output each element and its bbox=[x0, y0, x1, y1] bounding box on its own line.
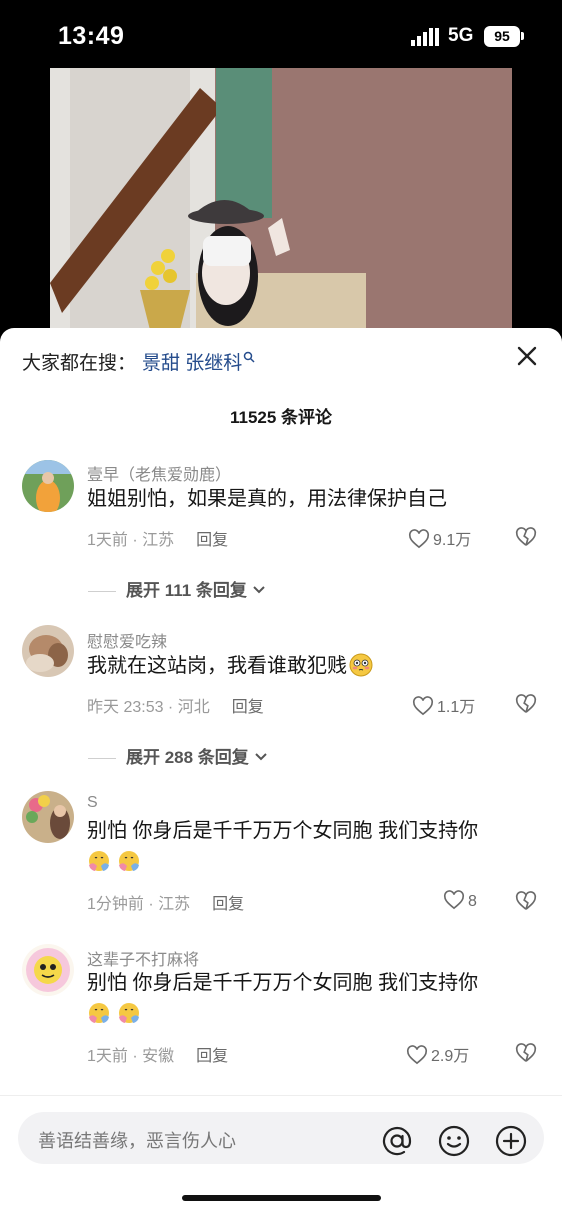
heart-icon bbox=[406, 1045, 428, 1065]
status-bar: 13:49 5G 95 bbox=[0, 0, 562, 70]
broken-heart-icon[interactable] bbox=[515, 890, 537, 912]
reply-button[interactable]: 回复 bbox=[196, 1048, 228, 1065]
emoji-icon[interactable] bbox=[437, 1124, 471, 1158]
comment-text: 别怕 你身后是千千万万个女同胞 我们支持你 bbox=[87, 816, 537, 878]
at-icon[interactable] bbox=[380, 1124, 414, 1158]
comment-author[interactable]: 慰慰爱吃辣 bbox=[87, 628, 167, 652]
comment-meta: 1天前 · 安徽 回复 bbox=[87, 1042, 228, 1066]
avatar-image bbox=[22, 460, 74, 512]
comment-time-location: 1分钟前 · 江苏 bbox=[87, 896, 191, 913]
expand-replies-label: 展开 111 条回复 bbox=[126, 581, 247, 600]
comment-input-placeholder: 善语结善缘，恶言伤人心 bbox=[38, 1131, 236, 1151]
reply-button[interactable]: 回复 bbox=[232, 699, 264, 716]
signal-icon bbox=[411, 28, 439, 46]
reply-button[interactable]: 回复 bbox=[196, 532, 228, 549]
avatar[interactable] bbox=[22, 791, 74, 843]
expand-replies-label: 展开 288 条回复 bbox=[126, 748, 249, 767]
expand-replies-button[interactable]: 展开 288 条回复 bbox=[88, 743, 268, 768]
comment-meta: 1分钟前 · 江苏 回复 bbox=[87, 890, 244, 914]
network-label: 5G bbox=[448, 25, 474, 46]
like-count: 1.1万 bbox=[437, 699, 476, 716]
avatar[interactable] bbox=[22, 460, 74, 512]
comment-input-bar: 善语结善缘，恶言伤人心 bbox=[0, 1095, 562, 1216]
home-indicator[interactable] bbox=[182, 1195, 381, 1201]
comment-text-content: 我就在这站岗，我看谁敢犯贱 bbox=[87, 655, 347, 677]
like-count: 2.9万 bbox=[431, 1048, 470, 1065]
trending-search[interactable]: 大家都在搜： 景甜 张继科 bbox=[22, 348, 255, 375]
trending-search-keyword[interactable]: 景甜 张继科 bbox=[142, 353, 242, 374]
comment-text-content: 别怕 你身后是千千万万个女同胞 我们支持你 bbox=[87, 972, 479, 994]
hug-emoji-icon bbox=[89, 851, 109, 871]
broken-heart-icon[interactable] bbox=[515, 1042, 537, 1064]
chevron-down-icon bbox=[252, 586, 265, 594]
avatar[interactable] bbox=[22, 625, 74, 677]
heart-icon bbox=[412, 696, 434, 716]
comment-text: 别怕 你身后是千千万万个女同胞 我们支持你 bbox=[87, 968, 537, 1030]
hug-emoji-icon bbox=[119, 851, 139, 871]
comment-input[interactable]: 善语结善缘，恶言伤人心 bbox=[18, 1112, 544, 1164]
expand-divider bbox=[88, 758, 116, 760]
like-button[interactable]: 1.1万 bbox=[412, 693, 475, 717]
plus-icon[interactable] bbox=[494, 1124, 528, 1158]
expand-replies-button[interactable]: 展开 111 条回复 bbox=[88, 576, 266, 601]
comment-text: 姐姐别怕，如果是真的，用法律保护自己 bbox=[87, 488, 447, 510]
heart-icon bbox=[408, 529, 430, 549]
comment-time-location: 1天前 · 安徽 bbox=[87, 1048, 175, 1065]
hug-emoji-icon bbox=[89, 1003, 109, 1023]
chevron-down-icon bbox=[254, 753, 267, 761]
like-button[interactable]: 9.1万 bbox=[408, 526, 471, 550]
avatar-image bbox=[22, 625, 74, 677]
like-button[interactable]: 8 bbox=[443, 890, 477, 911]
avatar-image bbox=[22, 944, 74, 996]
video-player[interactable] bbox=[50, 68, 512, 330]
comment-item: 慰慰爱吃辣 我就在这站岗，我看谁敢犯贱 昨天 23:53 · 河北 回复 1.1万… bbox=[0, 623, 562, 767]
battery-tip bbox=[521, 32, 524, 40]
comment-text: 我就在这站岗，我看谁敢犯贱 bbox=[87, 651, 537, 682]
trending-search-prefix: 大家都在搜： bbox=[22, 353, 137, 374]
hug-emoji-icon bbox=[119, 1003, 139, 1023]
search-icon bbox=[244, 351, 255, 363]
comment-time-location: 1天前 · 江苏 bbox=[87, 532, 175, 549]
status-time: 13:49 bbox=[58, 22, 125, 50]
comment-text-content: 别怕 你身后是千千万万个女同胞 我们支持你 bbox=[87, 820, 479, 842]
comment-time-location: 昨天 23:53 · 河北 bbox=[87, 699, 210, 716]
comment-author[interactable]: S bbox=[87, 794, 98, 812]
comment-author[interactable]: 壹早（老焦爱勋鹿） bbox=[87, 461, 231, 485]
expand-divider bbox=[88, 591, 116, 593]
comment-author[interactable]: 这辈子不打麻将 bbox=[87, 946, 199, 970]
battery-indicator: 95 bbox=[484, 26, 520, 47]
comment-item: 这辈子不打麻将 别怕 你身后是千千万万个女同胞 我们支持你 1天前 · 安徽 回复… bbox=[0, 942, 562, 1072]
broken-heart-icon[interactable] bbox=[515, 526, 537, 548]
video-frame bbox=[50, 68, 512, 330]
comment-meta: 昨天 23:53 · 河北 回复 bbox=[87, 693, 264, 717]
comment-meta: 1天前 · 江苏 回复 bbox=[87, 526, 228, 550]
comments-sheet: 大家都在搜： 景甜 张继科 11525 条评论 壹早（老焦爱勋鹿） 姐姐别怕，如果… bbox=[0, 328, 562, 1215]
like-count: 8 bbox=[468, 893, 477, 910]
close-icon[interactable] bbox=[513, 342, 541, 370]
comments-count: 11525 条评论 bbox=[229, 408, 333, 427]
heart-icon bbox=[443, 890, 465, 910]
reply-button[interactable]: 回复 bbox=[212, 896, 244, 913]
flushed-emoji-icon bbox=[349, 653, 373, 677]
broken-heart-icon[interactable] bbox=[515, 693, 537, 715]
like-count: 9.1万 bbox=[433, 532, 472, 549]
avatar[interactable] bbox=[22, 944, 74, 996]
comment-item: S 别怕 你身后是千千万万个女同胞 我们支持你 1分钟前 · 江苏 回复 8 bbox=[0, 790, 562, 920]
like-button[interactable]: 2.9万 bbox=[406, 1042, 469, 1066]
avatar-image bbox=[22, 791, 74, 843]
comment-item: 壹早（老焦爱勋鹿） 姐姐别怕，如果是真的，用法律保护自己 1天前 · 江苏 回复 … bbox=[0, 456, 562, 600]
